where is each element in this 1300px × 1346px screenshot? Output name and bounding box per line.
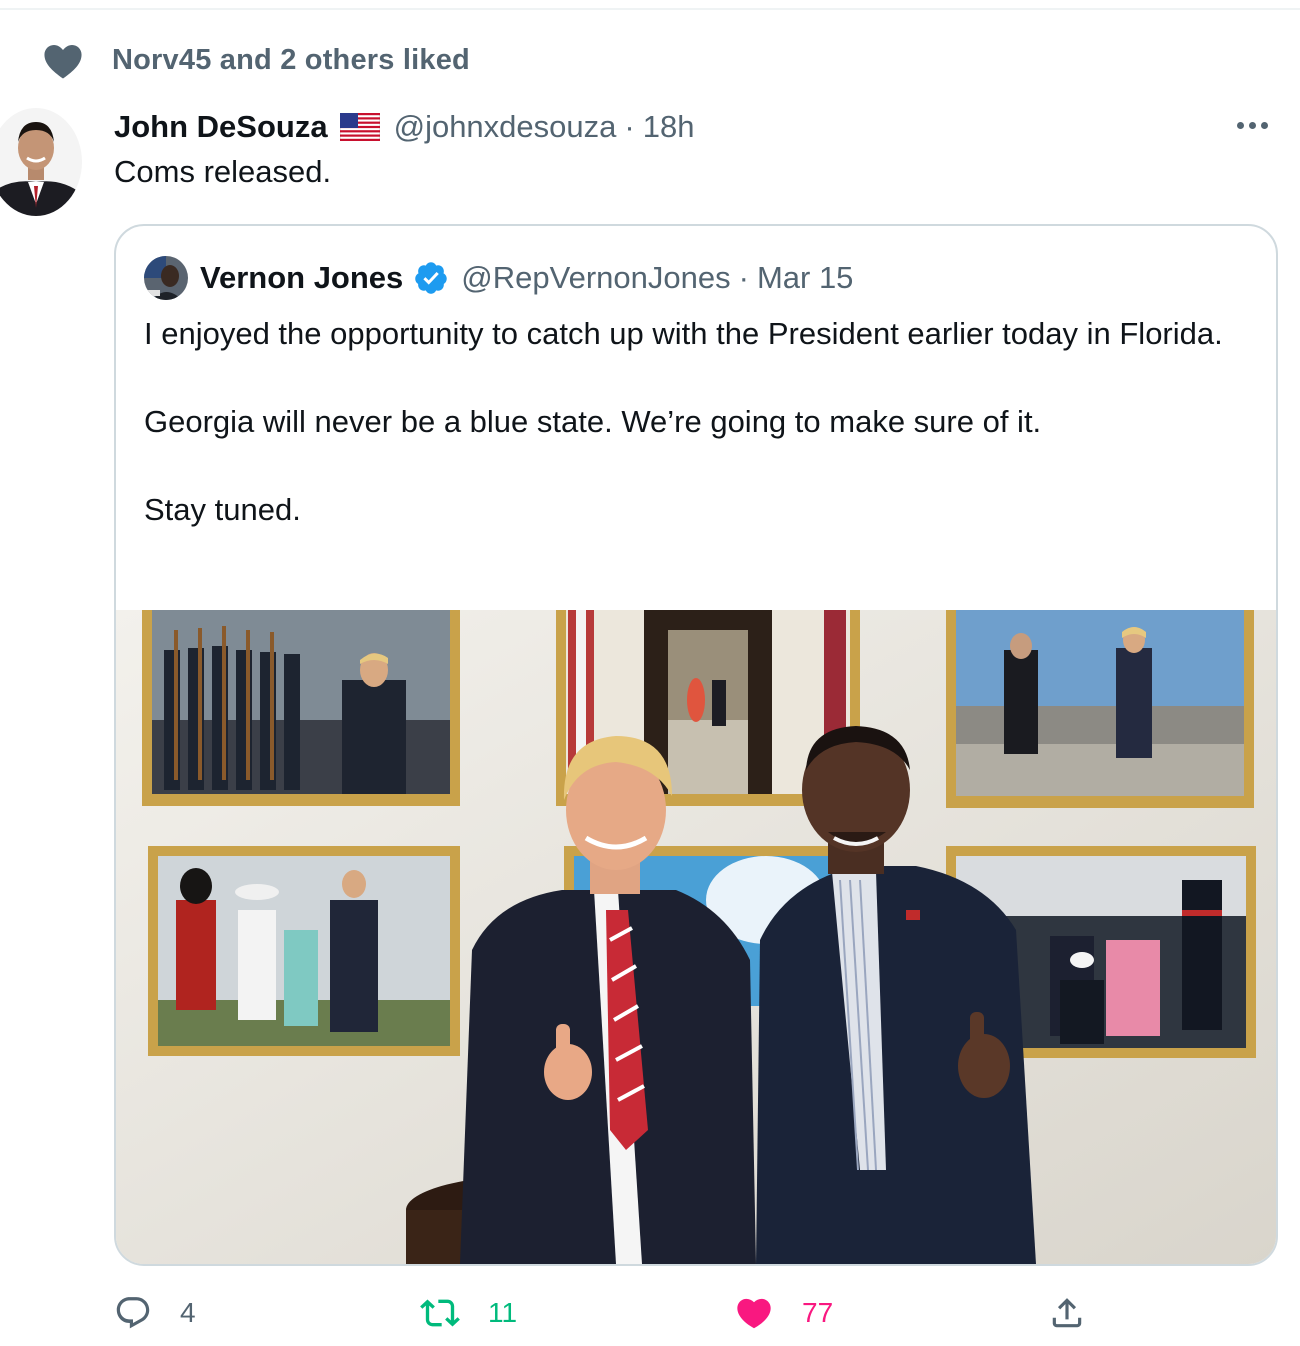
social-context-text: Norv45 and 2 others liked (112, 43, 470, 76)
top-divider (0, 8, 1300, 10)
heart-filled-icon (737, 1298, 771, 1329)
author-avatar[interactable] (0, 108, 82, 216)
reply-icon (116, 1297, 150, 1329)
header-separator: · (624, 109, 635, 144)
quoted-author-handle[interactable]: @RepVernonJones (461, 260, 730, 296)
quoted-tweet[interactable]: Vernon Jones @RepVernonJones · Mar 15 I … (114, 224, 1278, 1266)
us-flag-icon (339, 113, 380, 141)
share-button[interactable] (1048, 1288, 1114, 1338)
tweet-actions: 4 11 77 (0, 1288, 1300, 1338)
author-name[interactable]: John DeSouza (114, 109, 328, 145)
quoted-tweet-header: Vernon Jones @RepVernonJones · Mar 15 (144, 256, 853, 300)
tweet-time[interactable]: 18h (643, 109, 695, 145)
quoted-paragraph: Stay tuned. (144, 492, 301, 527)
tweet-photo[interactable] (116, 610, 1276, 1264)
retweet-icon (420, 1299, 460, 1327)
share-icon (1052, 1298, 1082, 1328)
quoted-header-separator: · (738, 260, 749, 295)
quoted-author-name[interactable]: Vernon Jones (200, 260, 403, 296)
tweet-header: John DeSouza @johnxdesouza · 18h (114, 104, 694, 150)
quoted-author-avatar (144, 256, 188, 300)
like-button[interactable]: 77 (734, 1288, 833, 1338)
reply-count: 4 (180, 1297, 196, 1328)
social-context[interactable]: Norv45 and 2 others liked (42, 40, 470, 80)
author-handle[interactable]: @johnxdesouza (394, 109, 617, 145)
reply-button[interactable]: 4 (114, 1288, 196, 1338)
heart-icon (44, 44, 82, 79)
verified-badge-icon (415, 262, 448, 294)
retweet-count: 11 (488, 1297, 518, 1328)
quoted-paragraph: I enjoyed the opportunity to catch up wi… (144, 316, 1223, 351)
quoted-tweet-date[interactable]: Mar 15 (757, 260, 853, 296)
like-count: 77 (802, 1297, 834, 1328)
quoted-paragraph: Georgia will never be a blue state. We’r… (144, 404, 1042, 439)
quoted-tweet-text: I enjoyed the opportunity to catch up wi… (144, 312, 1254, 532)
retweet-button[interactable]: 11 (420, 1288, 517, 1338)
tweet-text: Coms released. (114, 154, 332, 189)
more-options-icon[interactable] (1230, 110, 1274, 140)
